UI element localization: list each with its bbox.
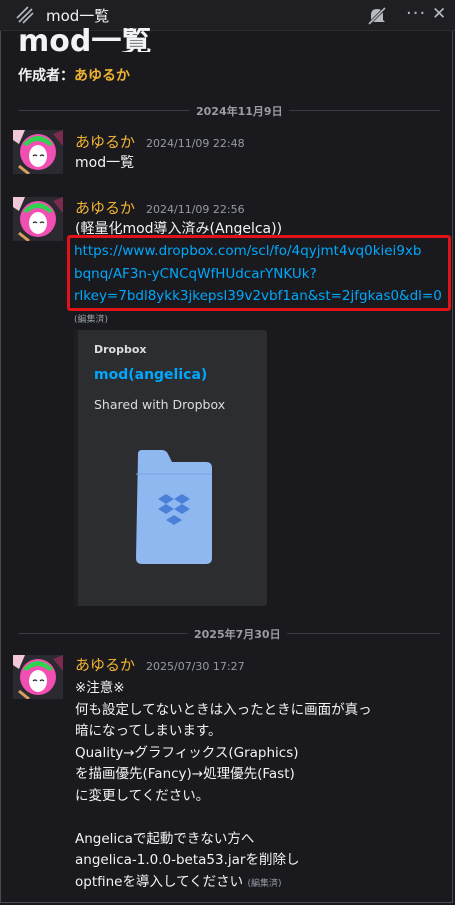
link-line[interactable]: rlkey=7bdl8ykk3jkepsl39v2vbf1an&st=2jfgk…: [74, 285, 446, 308]
message-line-text: optfineを導入してください: [75, 873, 244, 890]
edited-indicator: (編集済): [247, 878, 282, 889]
more-options-icon[interactable]: ···: [406, 3, 426, 24]
user-avatar[interactable]: [13, 130, 63, 174]
message-line: に変更してください。: [75, 787, 210, 804]
thread-creator: 作成者：あゆるか: [18, 65, 130, 85]
creator-name[interactable]: あゆるか: [74, 68, 130, 84]
thread-icon: [16, 6, 34, 24]
thread-title: mod一覧: [46, 7, 110, 25]
link-embed-card[interactable]: Dropbox mod(angelica) Shared with Dropbo…: [74, 330, 267, 606]
folder-icon[interactable]: [134, 450, 214, 566]
message-line: [75, 807, 445, 829]
thread-header-bar: mod一覧 ··· ✕: [0, 0, 455, 31]
user-avatar[interactable]: [13, 655, 63, 699]
date-divider-label: 2025年7月30日: [188, 626, 287, 642]
message-author[interactable]: あゆるか: [75, 197, 135, 218]
link-line[interactable]: https://www.dropbox.com/scl/fo/4qyjmt4vq…: [74, 240, 446, 263]
message-line: Angelicaで起動できない方へ: [75, 830, 255, 847]
link-line[interactable]: bqnq/AF3n-yCNCqWfHUdcarYNKUk?: [74, 263, 446, 286]
message-line: を描画優先(Fancy)→処理優先(Fast): [75, 766, 295, 782]
message-line: 暗になってしまいます。: [75, 723, 222, 739]
creator-label: 作成者：: [18, 68, 74, 84]
message-body: ※注意※ 何も設定してないときは入ったときに画面が真っ 暗になってしまいます。 …: [75, 678, 445, 895]
message-line: Quality→グラフィックス(Graphics): [75, 744, 299, 761]
message-author[interactable]: あゆるか: [75, 131, 135, 152]
user-avatar[interactable]: [13, 197, 63, 241]
close-icon[interactable]: ✕: [432, 4, 446, 24]
message-author[interactable]: あゆるか: [75, 654, 135, 675]
message-timestamp: 2024/11/09 22:48: [146, 137, 245, 150]
edited-indicator: (編集済): [74, 315, 109, 325]
message-line: 何も設定してないときは入ったときに画面が真っ: [75, 701, 372, 718]
embed-provider[interactable]: Dropbox: [94, 343, 147, 356]
dropbox-link[interactable]: https://www.dropbox.com/scl/fo/4qyjmt4vq…: [74, 240, 446, 308]
notification-bell-muted-icon[interactable]: [366, 5, 388, 27]
message-line: ※注意※: [75, 680, 125, 696]
message-timestamp: 2025/07/30 17:27: [146, 660, 245, 673]
message-line: optfineを導入してください (編集済): [75, 872, 445, 896]
message-timestamp: 2024/11/09 22:56: [146, 203, 245, 216]
embed-description: Shared with Dropbox: [94, 397, 226, 412]
message-line: angelica-1.0.0-beta53.jarを削除し: [75, 852, 300, 868]
date-divider-label: 2024年11月9日: [190, 103, 289, 119]
thread-big-title: mod一覧: [18, 28, 152, 52]
message-text: mod一覧: [75, 155, 135, 171]
embed-title[interactable]: mod(angelica): [94, 367, 207, 383]
